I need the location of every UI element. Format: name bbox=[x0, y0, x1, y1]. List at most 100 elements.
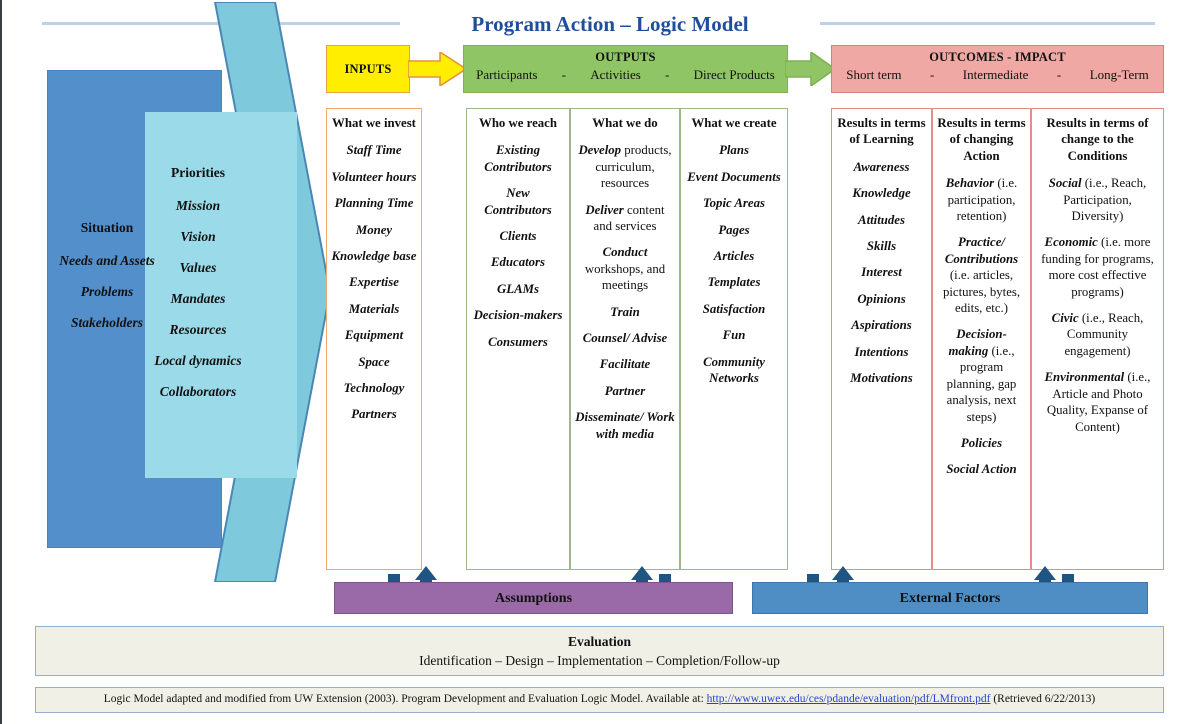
citation-link[interactable]: http://www.uwex.edu/ces/pdande/evaluatio… bbox=[707, 693, 991, 705]
column-items: Plans Event Documents Topic Areas Pages Arti… bbox=[685, 142, 783, 386]
evaluation-title: Evaluation bbox=[567, 634, 632, 649]
outputs-to-outcomes-arrow-icon bbox=[785, 52, 835, 86]
column-item: Intentions bbox=[854, 344, 909, 359]
priorities-heading: Priorities bbox=[171, 165, 225, 180]
column-heading: Results in terms of change to the Condit… bbox=[1046, 116, 1149, 163]
outcomes-sub-sep-3: - bbox=[1056, 67, 1062, 82]
outputs-sub-sep-3: - bbox=[665, 67, 670, 82]
priorities-item-5: Local dynamics bbox=[154, 353, 242, 368]
outputs-header-label: OUTPUTS bbox=[595, 50, 656, 64]
column-item: Technology bbox=[343, 381, 405, 396]
column-items: Social (i.e., Reach, Participation, Dive… bbox=[1036, 175, 1159, 435]
column-item: Educators bbox=[490, 255, 546, 270]
outcomes-sub-sep-1: - bbox=[929, 67, 935, 82]
inputs-header-label: INPUTS bbox=[344, 62, 392, 76]
column-items: Behavior (i.e. participation, retention)… bbox=[937, 175, 1026, 478]
evaluation-box: Evaluation Identification – Design – Imp… bbox=[35, 626, 1164, 676]
column-item: Conduct workshops, and meetings bbox=[584, 245, 666, 293]
column-item: Event Documents bbox=[687, 169, 781, 184]
outputs-sub-4: Direct Products bbox=[693, 67, 775, 82]
left-frame-edge bbox=[0, 0, 4, 724]
column-item: Decision-makers bbox=[473, 308, 563, 323]
column-item: Pages bbox=[718, 222, 750, 237]
column-results-action: Results in terms of changing Action Beha… bbox=[932, 108, 1031, 570]
outputs-header-box: OUTPUTS Participants - Activities - Dire… bbox=[463, 45, 788, 93]
outcomes-header-box: OUTCOMES - IMPACT Short term - Intermedi… bbox=[831, 45, 1164, 93]
evaluation-steps: Identification – Design – Implementation… bbox=[419, 653, 780, 668]
assumptions-label: Assumptions bbox=[494, 591, 573, 606]
column-item: Deliver content and services bbox=[585, 202, 665, 234]
column-item: Train bbox=[610, 304, 640, 319]
column-what-we-do: What we do Develop products, curriculum,… bbox=[570, 108, 680, 570]
column-heading: What we do bbox=[592, 116, 658, 130]
column-item: Facilitate bbox=[599, 357, 651, 372]
outputs-sub-0: Participants bbox=[476, 67, 538, 82]
column-item: Fun bbox=[722, 328, 746, 343]
priorities-item-0: Mission bbox=[175, 198, 221, 213]
column-item: Existing Contributors bbox=[484, 143, 552, 174]
column-item: Civic (i.e., Reach, Community engagement… bbox=[1051, 311, 1144, 358]
column-who-we-reach: Who we reach Existing Contributors New Co… bbox=[466, 108, 570, 570]
column-results-learning: Results in terms of Learning Awareness Kn… bbox=[831, 108, 932, 570]
column-heading: Results in terms of Learning bbox=[837, 116, 926, 147]
citation-text-after: (Retrieved 6/22/2013) bbox=[993, 693, 1096, 705]
column-item: Money bbox=[355, 222, 393, 237]
inputs-to-outputs-arrow-icon bbox=[408, 52, 466, 86]
column-item: Consumers bbox=[488, 334, 548, 349]
outcomes-sub-0: Short term bbox=[846, 67, 902, 82]
column-item: Articles bbox=[713, 249, 755, 264]
column-item: Planning Time bbox=[334, 196, 414, 211]
column-item: Equipment bbox=[344, 328, 404, 343]
column-items: Existing Contributors New Contributors Cli… bbox=[471, 142, 565, 350]
column-results-conditions: Results in terms of change to the Condit… bbox=[1031, 108, 1164, 570]
column-item: Behavior (i.e. participation, retention) bbox=[945, 176, 1018, 224]
outputs-sub-sep-1: - bbox=[561, 67, 567, 82]
column-item: Counsel/ Advise bbox=[582, 331, 668, 346]
column-item: Clients bbox=[499, 229, 537, 244]
column-item: Social Action bbox=[946, 462, 1017, 477]
column-items: Develop products, curriculum, resources D… bbox=[575, 142, 675, 442]
page-title: Program Action – Logic Model bbox=[400, 10, 820, 38]
column-item: Motivations bbox=[850, 371, 913, 386]
column-item: Disseminate/ Work with media bbox=[575, 410, 675, 441]
column-item: Interest bbox=[861, 265, 902, 280]
column-item: Space bbox=[358, 354, 390, 369]
column-heading: Who we reach bbox=[479, 116, 557, 130]
outcomes-header-label: OUTCOMES - IMPACT bbox=[929, 50, 1066, 64]
column-item: Topic Areas bbox=[703, 196, 765, 211]
priorities-item-1: Vision bbox=[180, 229, 216, 244]
column-item: Awareness bbox=[853, 159, 910, 174]
column-item: Opinions bbox=[857, 291, 906, 306]
column-item: Plans bbox=[719, 143, 749, 158]
column-item: Aspirations bbox=[851, 318, 912, 333]
column-item: Expertise bbox=[349, 275, 399, 290]
column-item: Volunteer hours bbox=[331, 169, 417, 184]
citation-text-before: Logic Model adapted and modified from UW… bbox=[103, 693, 704, 705]
column-item: Satisfaction bbox=[702, 301, 766, 316]
column-item: Knowledge bbox=[852, 186, 911, 201]
column-item: Templates bbox=[707, 275, 761, 290]
outputs-sub-2: Activities bbox=[590, 67, 641, 82]
external-factors-bar: External Factors bbox=[752, 582, 1148, 614]
external-factors-label: External Factors bbox=[899, 591, 1001, 606]
column-item: Knowledge base bbox=[331, 249, 417, 264]
column-item: New Contributors bbox=[484, 186, 552, 217]
inputs-header-box: INPUTS bbox=[326, 45, 410, 93]
priorities-item-2: Values bbox=[179, 260, 217, 275]
column-item: Environmental (i.e., Article and Photo Q… bbox=[1044, 370, 1151, 434]
priorities-text-block: Priorities Mission Vision Values Mandate… bbox=[148, 160, 248, 404]
column-heading: What we create bbox=[691, 116, 777, 130]
column-item: GLAMs bbox=[497, 281, 539, 296]
column-item: Decision-making (i.e., program planning,… bbox=[946, 327, 1017, 424]
citation-box: Logic Model adapted and modified from UW… bbox=[35, 687, 1164, 713]
column-item: Social (i.e., Reach, Participation, Dive… bbox=[1048, 176, 1147, 224]
priorities-item-4: Resources bbox=[169, 322, 227, 337]
column-items: Staff Time Volunteer hours Planning Time Mo… bbox=[331, 142, 417, 422]
column-item: Materials bbox=[348, 301, 400, 316]
column-item: Attitudes bbox=[858, 212, 905, 227]
outcomes-subheadings: Short term - Intermediate - Long-Term bbox=[832, 67, 1163, 83]
column-item: Partner bbox=[604, 383, 646, 398]
column-heading: What we invest bbox=[332, 116, 416, 130]
priorities-item-6: Collaborators bbox=[159, 384, 237, 399]
column-item: Partners bbox=[351, 407, 397, 422]
